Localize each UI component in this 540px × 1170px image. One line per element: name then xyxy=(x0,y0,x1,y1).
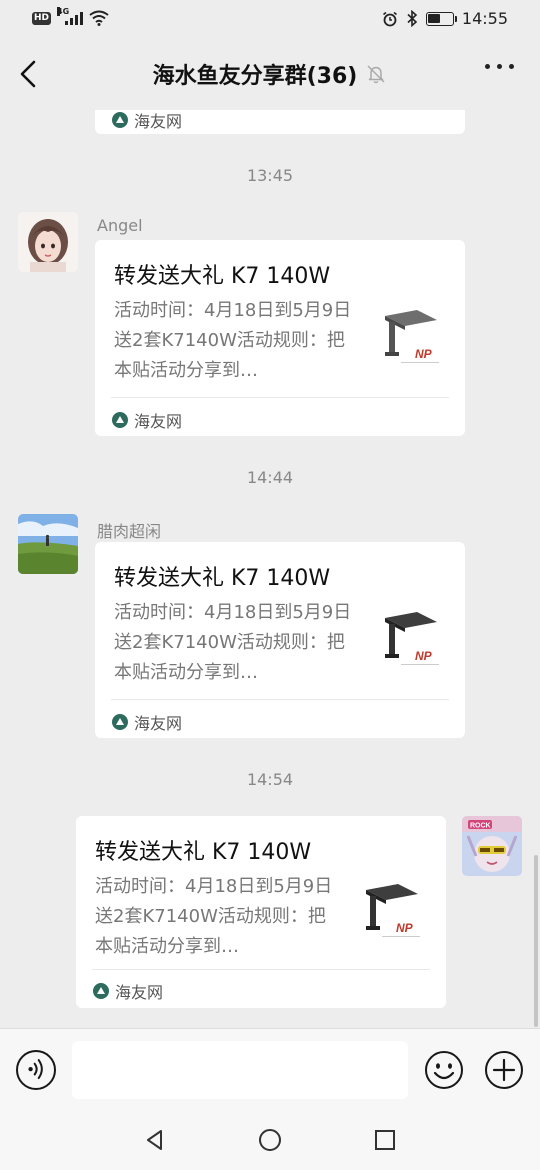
emoji-icon[interactable] xyxy=(424,1050,464,1090)
card-title: 转发送大礼 K7 140W xyxy=(114,264,331,289)
bell-off-icon xyxy=(367,65,385,84)
lamp-thumbnail: NP xyxy=(379,606,443,674)
link-card-partial[interactable]: 海友网 xyxy=(95,110,465,134)
card-title: 转发送大礼 K7 140W xyxy=(95,840,312,865)
card-divider xyxy=(111,699,449,700)
chat-title[interactable]: 海水鱼友分享群(36) xyxy=(153,58,358,90)
timestamp: 14:54 xyxy=(246,770,294,789)
card-description: 活动时间：4月18日到5月9日送2套K7140W活动规则：把本贴活动分享到… xyxy=(114,602,352,683)
card-divider xyxy=(92,969,430,970)
timestamp: 14:44 xyxy=(246,468,294,487)
message-input[interactable] xyxy=(72,1041,408,1099)
sender-name: Angel xyxy=(97,216,143,235)
battery-icon xyxy=(425,11,457,26)
signal-icon: 4G xyxy=(57,7,84,25)
battery-level xyxy=(428,14,440,23)
lamp-thumbnail: NP xyxy=(360,878,424,946)
site-logo-icon xyxy=(112,714,128,730)
avatar-self[interactable]: ROCK xyxy=(462,816,522,876)
card-source-label: 海友网 xyxy=(134,714,183,733)
system-nav-bar xyxy=(0,1110,540,1170)
square-recent-icon[interactable] xyxy=(373,1128,397,1152)
avatar-angel[interactable] xyxy=(18,212,78,272)
input-bar xyxy=(0,1028,540,1110)
site-logo-icon xyxy=(93,983,109,999)
more-dots-icon[interactable] xyxy=(485,64,514,69)
avatar-text: ROCK xyxy=(470,823,491,830)
sender-name: 腊肉超闲 xyxy=(97,522,162,541)
site-logo-icon xyxy=(112,112,128,128)
network-type: 4G xyxy=(57,7,70,16)
hd-badge: HD xyxy=(32,11,52,25)
thumb-brand: NP xyxy=(396,921,414,935)
card-source-label: 海友网 xyxy=(115,983,164,1002)
scrollbar[interactable] xyxy=(534,855,538,1027)
thumb-brand: NP xyxy=(415,649,433,663)
wifi-icon xyxy=(89,10,109,26)
card-source: 海友网 xyxy=(112,110,182,132)
link-card-self[interactable]: 转发送大礼 K7 140W 活动时间：4月18日到5月9日送2套K7140W活动… xyxy=(76,816,446,1008)
triangle-back-icon[interactable] xyxy=(143,1128,167,1152)
circle-home-icon[interactable] xyxy=(258,1128,282,1152)
card-source-label: 海友网 xyxy=(134,112,183,131)
title-group: 海水鱼友分享群(36) xyxy=(0,58,540,90)
card-source: 海友网 xyxy=(93,979,163,1003)
plus-icon[interactable] xyxy=(484,1050,524,1090)
card-source: 海友网 xyxy=(112,710,182,734)
card-divider xyxy=(111,397,449,398)
message-list[interactable]: 海友网 13:45 Angel 转发送大礼 K7 140W 活动时间：4月18日… xyxy=(0,110,540,1028)
link-card[interactable]: 转发送大礼 K7 140W 活动时间：4月18日到5月9日送2套K7140W活动… xyxy=(95,240,465,436)
card-description: 活动时间：4月18日到5月9日送2套K7140W活动规则：把本贴活动分享到… xyxy=(95,876,333,957)
chat-header: 海水鱼友分享群(36) xyxy=(0,38,540,110)
thumb-brand: NP xyxy=(415,347,433,361)
site-logo-icon xyxy=(112,412,128,428)
status-right: 14:55 xyxy=(382,9,508,28)
voice-icon[interactable] xyxy=(16,1050,56,1090)
card-description: 活动时间：4月18日到5月9日送2套K7140W活动规则：把本贴活动分享到… xyxy=(114,300,352,381)
card-title: 转发送大礼 K7 140W xyxy=(114,566,331,591)
lamp-thumbnail: NP xyxy=(379,304,443,372)
status-left: HD 4G xyxy=(32,7,109,26)
card-source-label: 海友网 xyxy=(134,412,183,431)
link-card[interactable]: 转发送大礼 K7 140W 活动时间：4月18日到5月9日送2套K7140W活动… xyxy=(95,542,465,738)
bluetooth-icon xyxy=(407,10,418,27)
card-source: 海友网 xyxy=(112,408,182,432)
avatar-larou[interactable] xyxy=(18,514,78,574)
alarm-icon xyxy=(382,11,397,26)
clock: 14:55 xyxy=(461,9,508,28)
status-bar: HD 4G 14:55 xyxy=(0,0,540,38)
timestamp: 13:45 xyxy=(246,166,294,185)
